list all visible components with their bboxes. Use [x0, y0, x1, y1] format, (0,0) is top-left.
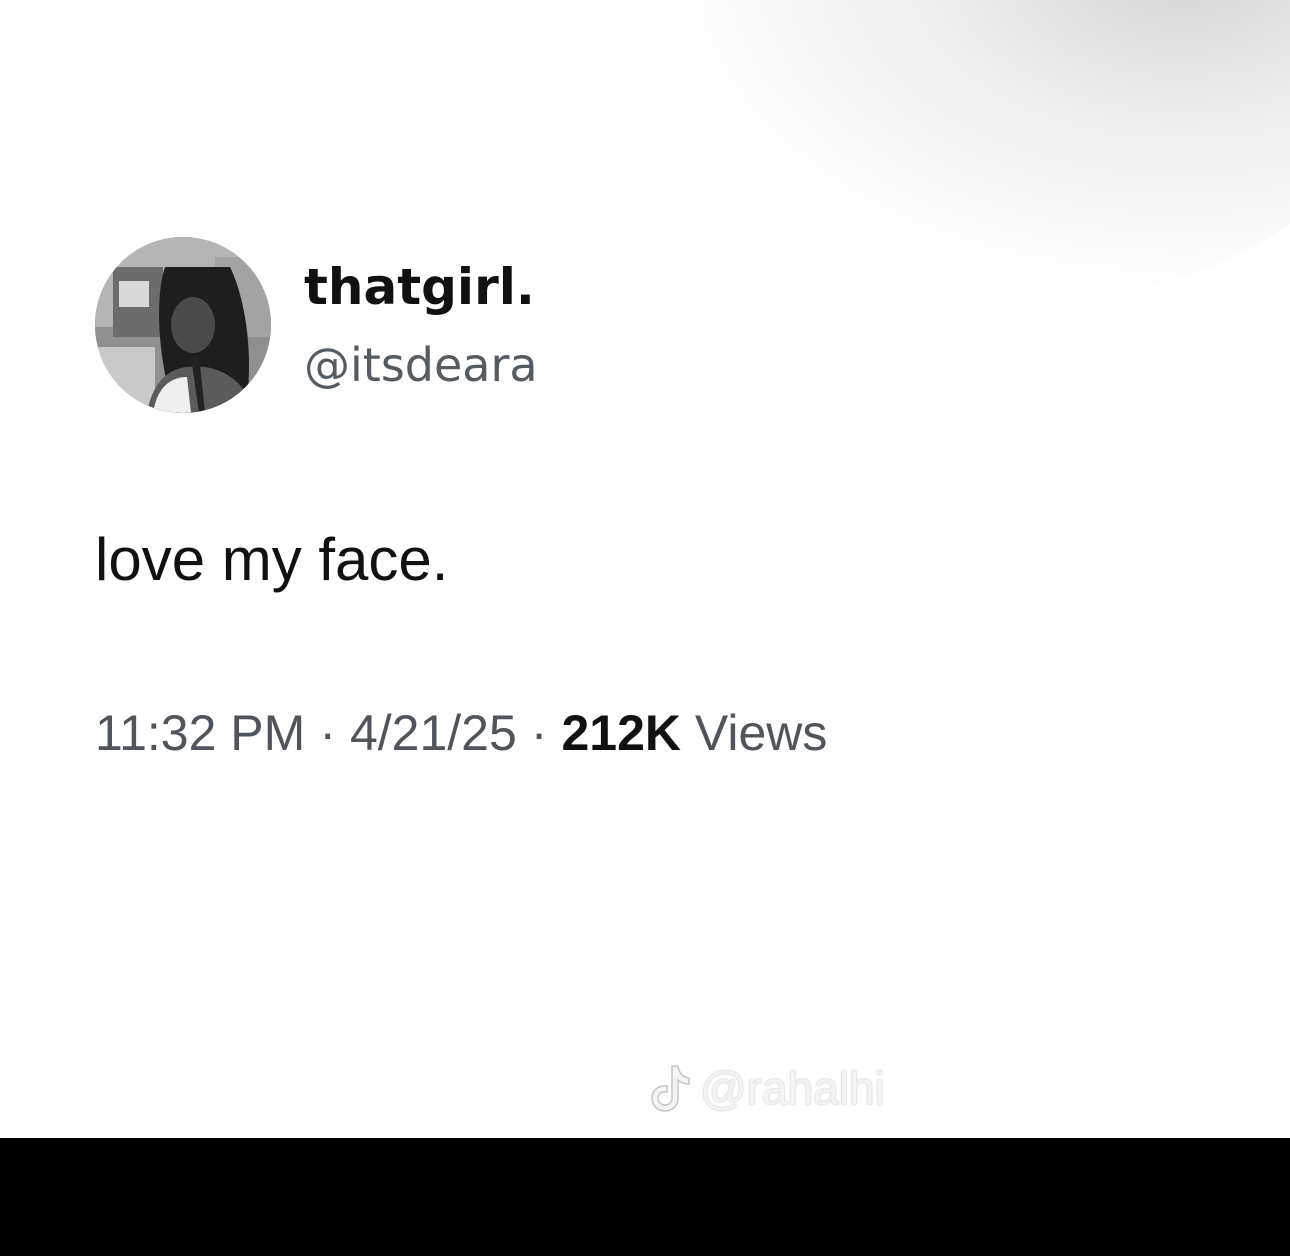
tweet-text: love my face. — [95, 526, 449, 593]
meta-separator: · — [530, 705, 548, 761]
display-name[interactable]: thatgirl. — [304, 255, 535, 319]
screenshot-frame: thatgirl. @itsdeara love my face. 11:32 … — [0, 0, 1290, 1256]
tweet-time[interactable]: 11:32 PM — [95, 705, 305, 761]
views-count[interactable]: 212K — [561, 705, 681, 761]
user-handle[interactable]: @itsdeara — [304, 335, 538, 395]
views-label: Views — [694, 705, 828, 761]
letterbox-bar — [0, 1138, 1290, 1256]
avatar-photo — [95, 237, 271, 413]
tiktok-watermark: @rahalhi — [646, 1058, 885, 1118]
avatar[interactable] — [95, 237, 271, 413]
tweet-meta: 11:32 PM · 4/21/25 · 212K Views — [95, 700, 827, 766]
meta-separator: · — [319, 705, 336, 761]
watermark-handle: @rahalhi — [700, 1062, 885, 1114]
tweet-card: thatgirl. @itsdeara love my face. 11:32 … — [0, 0, 1290, 1138]
tiktok-icon — [646, 1062, 692, 1114]
tweet-date[interactable]: 4/21/25 — [350, 705, 517, 761]
